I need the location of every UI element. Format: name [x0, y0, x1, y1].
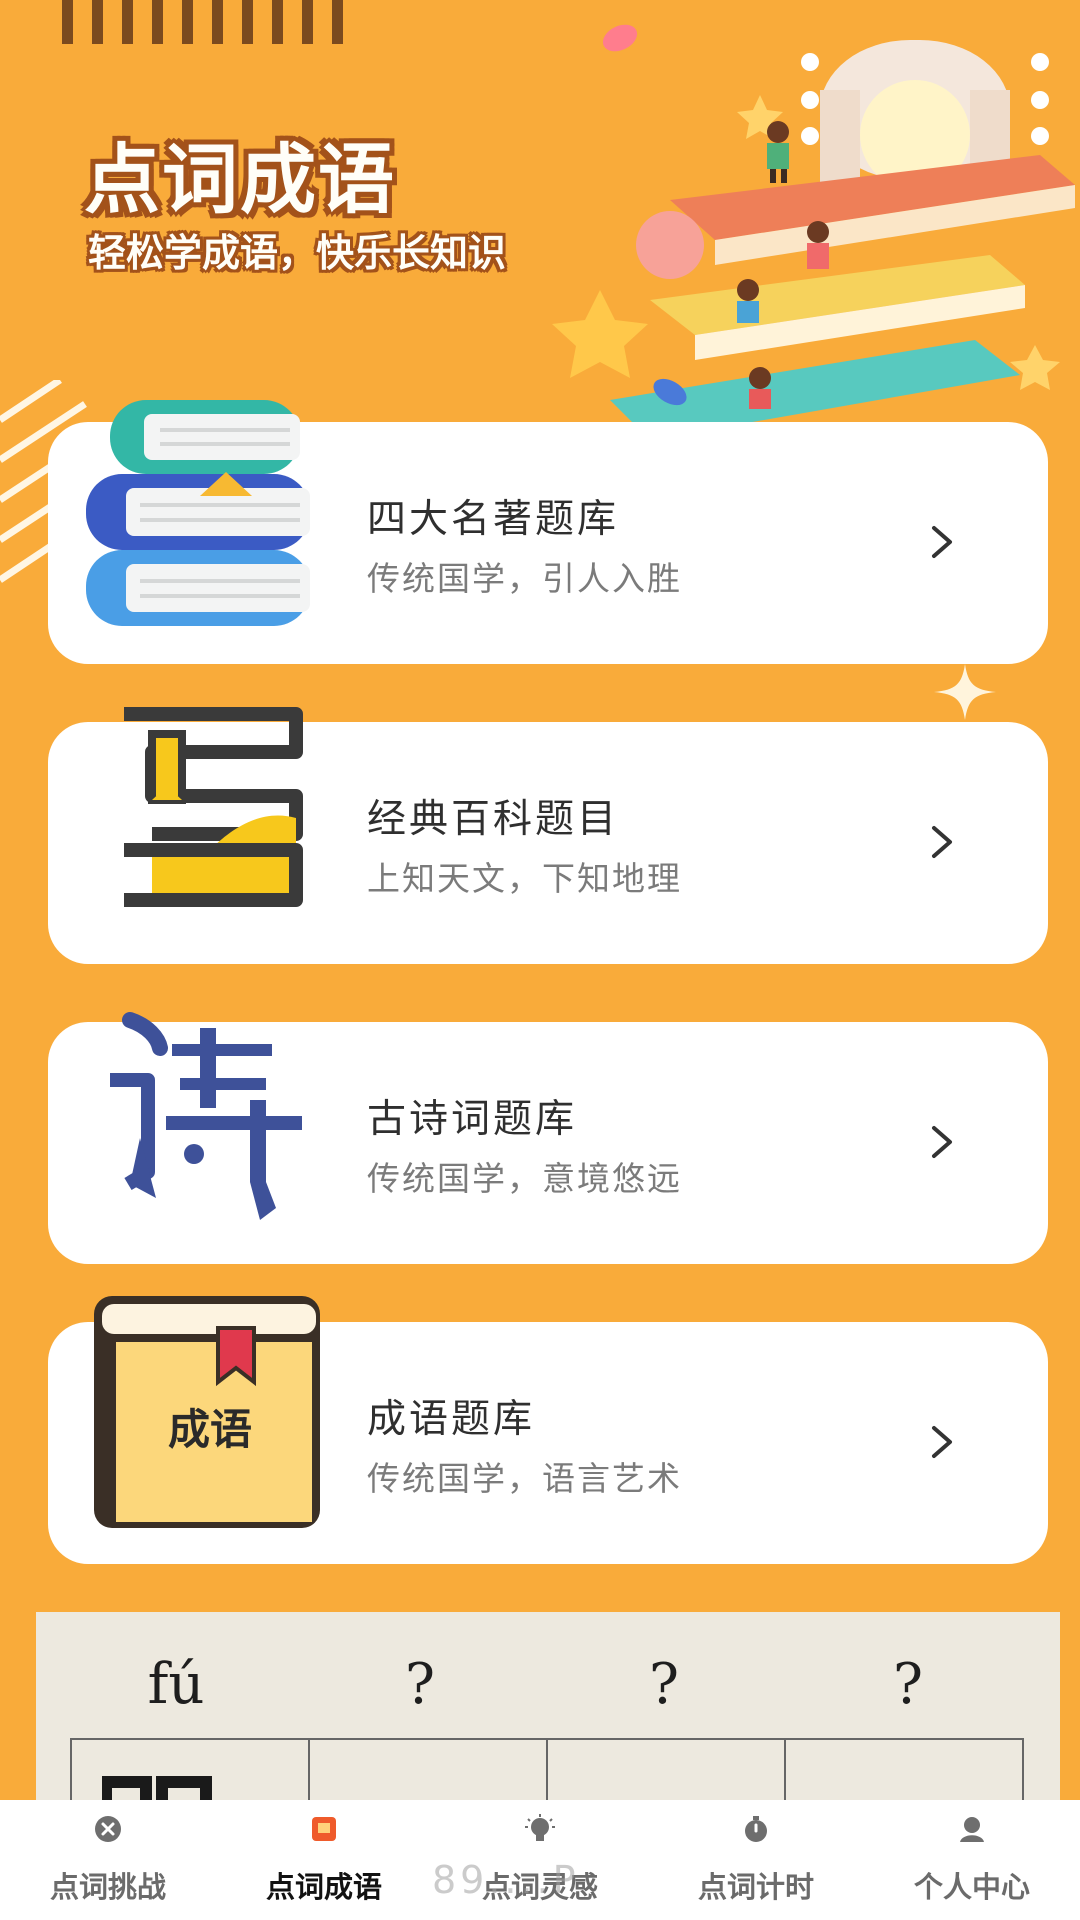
- watermark-text: 89....P: [432, 1858, 580, 1902]
- pinyin-label: ?: [404, 1652, 436, 1717]
- idiom-book-label: 成语: [167, 1405, 252, 1454]
- hero-illustration: [552, 24, 1075, 430]
- chevron-right-icon: [932, 1426, 952, 1458]
- chevron-right-icon: [932, 1126, 952, 1158]
- chevron-right-icon: [932, 526, 952, 558]
- poem-character-icon: [110, 1012, 302, 1220]
- book-icon: [312, 1817, 336, 1841]
- tab-label: 点词成语: [265, 1870, 382, 1904]
- hero-title: 点词成语: [84, 135, 396, 224]
- card-title: 四大名著题库: [367, 497, 620, 542]
- star-shape: [1010, 345, 1060, 390]
- tab-label: 点词挑战: [49, 1870, 166, 1904]
- tab-challenge[interactable]: 点词挑战: [0, 1800, 216, 1920]
- books-stack-icon: [86, 400, 310, 626]
- user-icon: [960, 1817, 984, 1842]
- sparkle-icon: [934, 664, 996, 720]
- star-shape: [552, 290, 648, 378]
- card-subtitle: 传统国学，引人入胜: [367, 559, 682, 598]
- card-subtitle: 上知天文，下知地理: [367, 859, 682, 898]
- tab-label: 点词计时: [697, 1870, 814, 1904]
- card-subtitle: 传统国学，意境悠远: [367, 1159, 682, 1198]
- tab-profile[interactable]: 个人中心: [864, 1800, 1080, 1920]
- lightbulb-icon: [525, 1814, 555, 1841]
- chevron-right-icon: [932, 826, 952, 858]
- tab-label: 个人中心: [913, 1870, 1030, 1904]
- card-title: 经典百科题目: [367, 797, 620, 842]
- open-book-icon: [124, 707, 303, 907]
- card-subtitle: 传统国学，语言艺术: [367, 1459, 682, 1498]
- hero-subtitle: 轻松学成语，快乐长知识: [88, 231, 507, 275]
- pinyin-label: ?: [892, 1652, 924, 1717]
- idiom-book-icon: 成语: [90, 1292, 322, 1532]
- card-title: 古诗词题库: [367, 1097, 578, 1142]
- close-circle-icon: [95, 1816, 121, 1842]
- card-title: 成语题库: [367, 1397, 536, 1442]
- tab-idioms[interactable]: 点词成语: [216, 1800, 432, 1920]
- idiom-puzzle-preview[interactable]: fú ? ? ?: [36, 1612, 1060, 1812]
- pinyin-label: fú: [147, 1652, 205, 1717]
- tab-timer[interactable]: 点词计时: [648, 1800, 864, 1920]
- stopwatch-icon: [745, 1816, 767, 1842]
- top-stripes-decoration: [62, 0, 343, 44]
- pinyin-label: ?: [648, 1652, 680, 1717]
